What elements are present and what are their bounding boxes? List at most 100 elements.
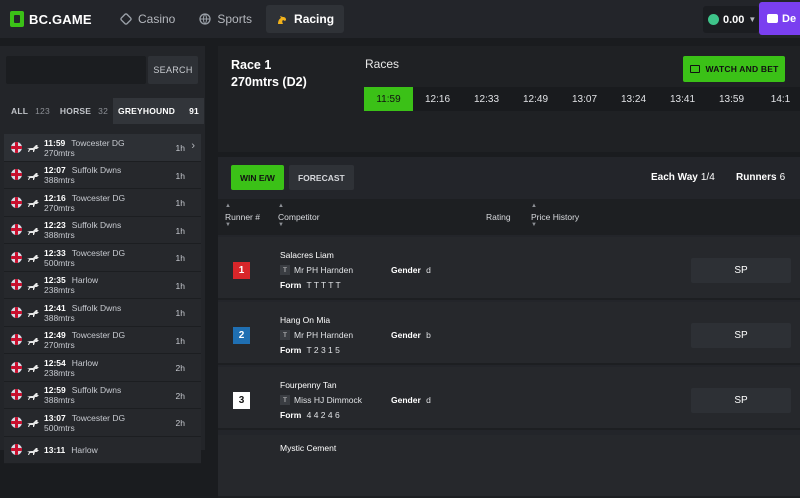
price-button[interactable]: SP [691, 388, 791, 413]
race-time-tab[interactable]: 12:49 [511, 87, 560, 111]
race-eta: 2h [175, 363, 185, 373]
runners-label: Runners [736, 172, 777, 183]
nav-casino[interactable]: Casino [110, 5, 185, 33]
nav-sports[interactable]: Sports [189, 5, 262, 33]
main-nav: Casino Sports Racing [110, 0, 348, 38]
race-time: 12:59 [44, 385, 66, 396]
balance-selector[interactable]: 0.00 ▼ [703, 6, 759, 33]
chevron-right-icon: › [191, 140, 195, 152]
race-card: WIN E/W FORECAST Each Way 1/4 Runners 6 ▲ … [218, 157, 800, 498]
nav-racing[interactable]: Racing [266, 5, 345, 33]
runner-number-badge: 2 [233, 327, 250, 344]
search-button[interactable]: SEARCH [148, 56, 198, 84]
filter-all[interactable]: ALL 123 [6, 98, 55, 124]
runners-info: Runners 6 [736, 172, 785, 183]
race-list-item[interactable]: 12:16 Towcester DG 270mtrs 1h [4, 189, 201, 217]
tab-forecast[interactable]: FORECAST [288, 165, 354, 190]
race-list-item[interactable]: 11:59 Towcester DG 270mtrs 1h › [4, 134, 201, 162]
race-venue: Suffolk Dwns [71, 302, 122, 313]
race-venue: Harlow [71, 357, 99, 368]
search-input[interactable] [6, 56, 146, 84]
deposit-button[interactable]: De [759, 2, 800, 35]
race-eta: 1h [175, 170, 185, 181]
race-venue: Harlow [71, 275, 99, 286]
uk-flag-icon [11, 306, 22, 318]
col-competitor[interactable]: ▲ Competitor ▼ [278, 203, 320, 228]
greyhound-icon [26, 224, 40, 236]
race-time-tab[interactable]: 12:16 [413, 87, 462, 111]
race-time-tab[interactable]: 13:07 [560, 87, 609, 111]
trainer-badge: T [280, 265, 290, 275]
race-venue: Harlow [71, 445, 98, 456]
race-distance: 500mtrs [44, 422, 75, 433]
tab-win-ew[interactable]: WIN E/W [231, 165, 284, 190]
race-list-item[interactable]: 13:07 Towcester DG 500mtrs 2h [4, 409, 201, 437]
race-list-item[interactable]: 12:49 Towcester DG 270mtrs 1h [4, 326, 201, 354]
race-time-tab[interactable]: 13:59 [707, 87, 756, 111]
watch-and-bet-label: WATCH AND BET [705, 64, 779, 74]
uk-flag-icon [11, 169, 22, 181]
form-label: Form [280, 410, 302, 420]
greyhound-icon [26, 306, 40, 318]
race-venue: Suffolk Dwns [71, 165, 122, 176]
race-list-item[interactable]: 12:59 Suffolk Dwns 388mtrs 2h [4, 381, 201, 409]
price-button[interactable]: SP [691, 323, 791, 348]
runner-trainer: T Miss HJ Dimmock [280, 395, 362, 405]
race-list-item[interactable]: 12:35 Harlow 238mtrs 1h [4, 271, 201, 299]
table-header: ▲ Runner # ▼ ▲ Competitor ▼ Rating ▲ Pri… [218, 199, 800, 235]
gender-value: d [426, 265, 431, 275]
gender-value: d [426, 395, 431, 405]
each-way-value: 1/4 [700, 172, 715, 183]
race-time-tab[interactable]: 12:33 [462, 87, 511, 111]
col-runner-number[interactable]: ▲ Runner # ▼ [225, 203, 260, 228]
col-rating: Rating [486, 212, 511, 222]
runner-form: Form 4 4 2 4 6 [280, 410, 340, 420]
race-list-item[interactable]: 12:07 Suffolk Dwns 388mtrs 1h [4, 161, 201, 189]
filter-greyhound[interactable]: GREYHOUND 91 [113, 98, 204, 124]
horse-icon [278, 16, 287, 24]
filter-horse-label: HORSE [59, 106, 92, 116]
runner-form: Form T 2 3 1 5 [280, 345, 340, 355]
race-info: 12:59 Suffolk Dwns 388mtrs [44, 384, 121, 405]
race-list-item[interactable]: 12:23 Suffolk Dwns 388mtrs 1h [4, 216, 201, 244]
col-price-history[interactable]: ▲ Price History ▼ [531, 203, 579, 228]
filter-horse[interactable]: HORSE 32 [55, 98, 113, 124]
uk-flag-icon [11, 224, 22, 236]
race-distance: 388mtrs [44, 312, 75, 323]
sidebar-gutter [205, 46, 218, 450]
race-info: 12:07 Suffolk Dwns 388mtrs [44, 164, 121, 185]
trainer-name: Miss HJ Dimmock [294, 395, 362, 405]
race-time-tab[interactable]: 11:59 [364, 87, 413, 111]
race-time-tab[interactable]: 13:24 [609, 87, 658, 111]
uk-flag-icon [11, 361, 22, 373]
race-list-item[interactable]: 12:41 Suffolk Dwns 388mtrs 1h [4, 299, 201, 327]
race-distance: 388mtrs [44, 230, 75, 241]
greyhound-icon [26, 416, 40, 428]
greyhound-icon [26, 141, 40, 153]
sort-down-icon: ▼ [531, 222, 537, 228]
filter-greyhound-count: 91 [189, 106, 199, 116]
race-venue: Towcester DG [71, 247, 126, 258]
race-time-tab[interactable]: 14:1 [756, 87, 800, 111]
runners-value: 6 [779, 172, 786, 183]
logo[interactable]: BC.GAME [10, 11, 110, 27]
price-button[interactable]: SP [691, 258, 791, 283]
race-eta: 1h [175, 143, 185, 153]
logo-text: BC.GAME [29, 11, 92, 27]
filter-all-count: 123 [35, 106, 50, 116]
nav-sports-label: Sports [217, 12, 253, 26]
race-list-item[interactable]: 12:54 Harlow 238mtrs 2h [4, 354, 201, 382]
gender-label: Gender [391, 395, 421, 405]
race-info: 12:49 Towcester DG 270mtrs [44, 329, 125, 350]
race-time-tab[interactable]: 13:41 [658, 87, 707, 111]
gender-value: b [426, 330, 431, 340]
race-eta: 1h [175, 280, 185, 291]
greyhound-icon [26, 279, 40, 291]
greyhound-icon [26, 361, 40, 373]
table-row: 3 Fourpenny Tan T Miss HJ Dimmock Form 4 4 2… [218, 367, 800, 430]
watch-and-bet-button[interactable]: WATCH AND BET [683, 56, 785, 82]
race-list-item[interactable]: 13:11 Harlow [4, 436, 201, 464]
logo-icon [10, 11, 24, 27]
race-list-item[interactable]: 12:33 Towcester DG 500mtrs 1h [4, 244, 201, 272]
balance-value: 0.00 [723, 13, 745, 26]
